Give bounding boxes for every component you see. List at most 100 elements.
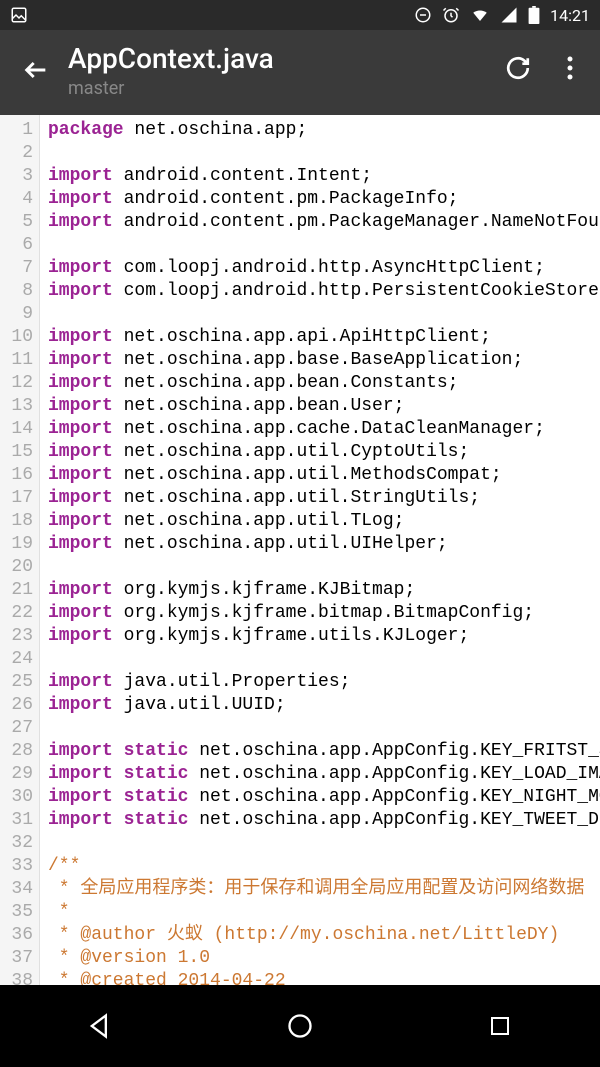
code-line: * @version 1.0 <box>48 947 600 970</box>
code-line: * <box>48 901 600 924</box>
code-line: * @author 火蚁 (http://my.oschina.net/Litt… <box>48 924 600 947</box>
code-line: import android.content.pm.PackageManager… <box>48 211 600 234</box>
line-number: 3 <box>0 165 33 188</box>
code-line: import net.oschina.app.util.MethodsCompa… <box>48 464 600 487</box>
line-number: 18 <box>0 510 33 533</box>
line-number: 11 <box>0 349 33 372</box>
line-number: 27 <box>0 717 33 740</box>
line-number: 23 <box>0 625 33 648</box>
line-number: 20 <box>0 556 33 579</box>
code-line <box>48 142 600 165</box>
code-line: import android.content.pm.PackageInfo; <box>48 188 600 211</box>
code-line: import com.loopj.android.http.Persistent… <box>48 280 600 303</box>
line-number: 4 <box>0 188 33 211</box>
code-line: import static net.oschina.app.AppConfig.… <box>48 740 600 763</box>
line-gutter: 1234567891011121314151617181920212223242… <box>0 115 40 985</box>
line-number: 38 <box>0 970 33 985</box>
line-number: 5 <box>0 211 33 234</box>
line-number: 35 <box>0 901 33 924</box>
line-number: 13 <box>0 395 33 418</box>
app-title-area: AppContext.java master <box>68 42 504 99</box>
code-line: * 全局应用程序类：用于保存和调用全局应用配置及访问网络数据 <box>48 878 600 901</box>
more-button[interactable] <box>556 54 584 82</box>
line-number: 9 <box>0 303 33 326</box>
nav-home-button[interactable] <box>260 1001 340 1051</box>
code-line: import net.oschina.app.api.ApiHttpClient… <box>48 326 600 349</box>
code-line: import net.oschina.app.bean.User; <box>48 395 600 418</box>
line-number: 36 <box>0 924 33 947</box>
line-number: 16 <box>0 464 33 487</box>
app-actions <box>504 54 584 82</box>
code-line <box>48 303 600 326</box>
app-title: AppContext.java <box>68 42 504 75</box>
code-viewer[interactable]: 1234567891011121314151617181920212223242… <box>0 115 600 985</box>
code-line: import net.oschina.app.util.StringUtils; <box>48 487 600 510</box>
line-number: 21 <box>0 579 33 602</box>
line-number: 28 <box>0 740 33 763</box>
line-number: 37 <box>0 947 33 970</box>
line-number: 2 <box>0 142 33 165</box>
code-line: import net.oschina.app.bean.Constants; <box>48 372 600 395</box>
code-line: import net.oschina.app.base.BaseApplicat… <box>48 349 600 372</box>
line-number: 22 <box>0 602 33 625</box>
code-line: import net.oschina.app.util.TLog; <box>48 510 600 533</box>
code-line: import net.oschina.app.util.UIHelper; <box>48 533 600 556</box>
line-number: 14 <box>0 418 33 441</box>
line-number: 10 <box>0 326 33 349</box>
nav-recent-button[interactable] <box>460 1001 540 1051</box>
code-line: import static net.oschina.app.AppConfig.… <box>48 786 600 809</box>
nav-back-button[interactable] <box>60 1001 140 1051</box>
line-number: 12 <box>0 372 33 395</box>
code-line: import static net.oschina.app.AppConfig.… <box>48 809 600 832</box>
line-number: 6 <box>0 234 33 257</box>
code-line: import static net.oschina.app.AppConfig.… <box>48 763 600 786</box>
line-number: 8 <box>0 280 33 303</box>
line-number: 15 <box>0 441 33 464</box>
line-number: 1 <box>0 119 33 142</box>
back-button[interactable] <box>16 50 56 90</box>
line-number: 33 <box>0 855 33 878</box>
code-line <box>48 832 600 855</box>
line-number: 34 <box>0 878 33 901</box>
line-number: 7 <box>0 257 33 280</box>
line-number: 25 <box>0 671 33 694</box>
battery-icon <box>528 6 540 24</box>
code-line: /** <box>48 855 600 878</box>
status-right: 14:21 <box>414 6 590 25</box>
code-line <box>48 717 600 740</box>
code-line <box>48 648 600 671</box>
code-line: import java.util.UUID; <box>48 694 600 717</box>
code-line: * @created 2014-04-22 <box>48 970 600 985</box>
line-number: 17 <box>0 487 33 510</box>
code-line: import net.oschina.app.util.CyptoUtils; <box>48 441 600 464</box>
status-time: 14:21 <box>550 6 590 25</box>
code-line: package net.oschina.app; <box>48 119 600 142</box>
code-line <box>48 556 600 579</box>
line-number: 26 <box>0 694 33 717</box>
image-icon <box>10 6 28 24</box>
wifi-icon <box>470 6 490 24</box>
refresh-button[interactable] <box>504 54 532 82</box>
code-line <box>48 234 600 257</box>
line-number: 24 <box>0 648 33 671</box>
code-line: import net.oschina.app.cache.DataCleanMa… <box>48 418 600 441</box>
code-line: import org.kymjs.kjframe.KJBitmap; <box>48 579 600 602</box>
code-line: import java.util.Properties; <box>48 671 600 694</box>
code-line: import android.content.Intent; <box>48 165 600 188</box>
navigation-bar <box>0 985 600 1067</box>
line-number: 31 <box>0 809 33 832</box>
app-subtitle: master <box>68 78 504 99</box>
line-number: 30 <box>0 786 33 809</box>
sync-icon <box>414 6 432 24</box>
status-left <box>10 6 414 24</box>
code-line: import com.loopj.android.http.AsyncHttpC… <box>48 257 600 280</box>
code-line: import org.kymjs.kjframe.bitmap.BitmapCo… <box>48 602 600 625</box>
alarm-icon <box>442 6 460 24</box>
app-bar: AppContext.java master <box>0 30 600 115</box>
line-number: 32 <box>0 832 33 855</box>
line-number: 29 <box>0 763 33 786</box>
status-bar: 14:21 <box>0 0 600 30</box>
code-line: import org.kymjs.kjframe.utils.KJLoger; <box>48 625 600 648</box>
code-content[interactable]: package net.oschina.app; import android.… <box>40 115 600 985</box>
signal-icon <box>500 6 518 24</box>
